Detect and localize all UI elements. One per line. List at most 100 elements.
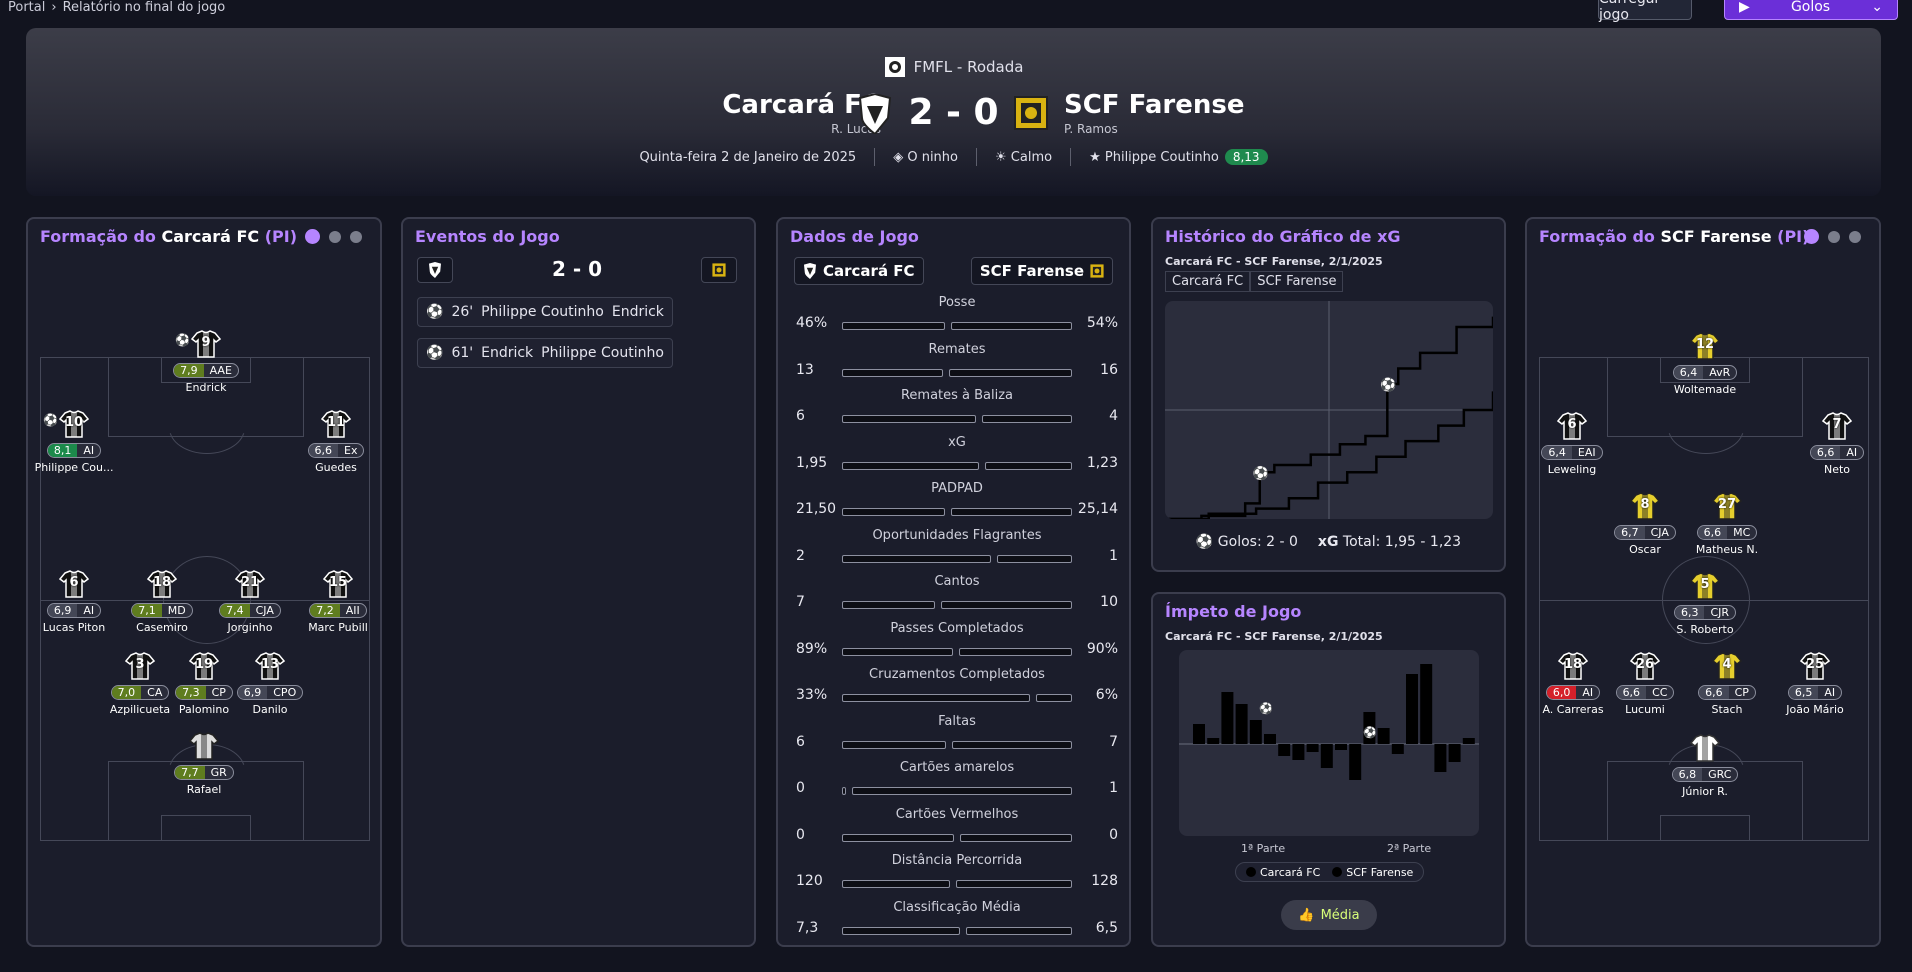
shirt-icon: 21 <box>234 569 266 599</box>
sun-icon: ☀ <box>995 149 1007 165</box>
title-team: SCF Farense <box>1660 227 1772 246</box>
page-dot-1[interactable] <box>1804 229 1819 244</box>
shirt-number: 18 <box>152 575 172 590</box>
player-name: Guedes <box>315 461 357 474</box>
events-panel: Eventos do Jogo 2 - 0 ⚽ 26' Philippe Cou… <box>401 217 756 947</box>
shirt-number: 7 <box>1832 417 1842 432</box>
view-pager[interactable] <box>1804 229 1861 244</box>
event-assist[interactable]: Endrick <box>612 304 664 320</box>
goals-dropdown-button[interactable]: ▶ Golos ⌄ <box>1724 0 1898 20</box>
player-marker[interactable]: 7 6,6 AI Neto <box>1792 411 1882 476</box>
player-rating-badge: 6,3 CJR <box>1673 605 1737 620</box>
xg-label: xG <box>1317 534 1339 550</box>
stats-home-chip[interactable]: Carcará FC <box>794 257 924 285</box>
away-crest-box <box>701 257 737 283</box>
player-rating: 7,0 <box>111 686 142 699</box>
momentum-bar <box>1434 744 1447 772</box>
home-chip-label: Carcará FC <box>823 262 915 280</box>
player-rating: 7,9 <box>174 364 204 377</box>
event-scorer[interactable]: Endrick <box>481 345 533 361</box>
player-marker[interactable]: 18 7,1 MD Casemiro <box>117 569 207 634</box>
player-marker[interactable]: 5 6,3 CJR S. Roberto <box>1660 571 1750 636</box>
xg-tab-home[interactable]: Carcará FC <box>1165 271 1251 292</box>
away-team-name[interactable]: SCF Farense <box>1064 90 1244 120</box>
stat-home-value: 120 <box>796 873 823 889</box>
breadcrumb-portal-link[interactable]: Portal <box>8 0 45 15</box>
player-of-match[interactable]: ★ Philippe Coutinho 8,13 <box>1089 148 1268 165</box>
shirt-icon: 7 <box>1821 411 1853 441</box>
player-position: AI <box>1824 686 1836 699</box>
stat-home-bar <box>842 787 847 795</box>
load-game-button[interactable]: Carregar jogo <box>1598 0 1692 23</box>
load-game-label: Carregar jogo <box>1599 0 1660 23</box>
stat-bars <box>842 647 1072 656</box>
view-pager[interactable] <box>305 229 362 244</box>
stat-bars <box>842 787 1072 795</box>
player-name: Danilo <box>252 703 288 716</box>
ball-icon: ⚽ <box>426 304 444 320</box>
event-goal[interactable]: ⚽ 26' Philippe Coutinho Endrick <box>417 297 673 327</box>
player-marker[interactable]: 26 6,6 CC Lucumi <box>1600 651 1690 716</box>
page-dot-2[interactable] <box>329 231 341 243</box>
player-marker[interactable]: 27 6,6 MC Matheus N. <box>1682 491 1772 556</box>
player-name: Rafael <box>186 783 222 796</box>
momentum-panel: Ímpeto de Jogo Carcará FC - SCF Farense,… <box>1151 592 1506 947</box>
player-marker[interactable]: 8 6,7 CJA Oscar <box>1600 491 1690 556</box>
stat-home-value: 33% <box>796 687 828 703</box>
player-rating: 8,1 <box>47 444 78 457</box>
player-rating: 6,6 <box>1616 686 1647 699</box>
stat-home-value: 6 <box>796 408 805 424</box>
stat-away-value: 10 <box>1100 594 1118 610</box>
six-yard-box-bottom <box>161 815 251 841</box>
average-button[interactable]: 👍 Média <box>1281 900 1377 930</box>
stat-label: Passes Completados <box>890 620 1024 636</box>
page-dot-3[interactable] <box>1849 231 1861 243</box>
event-scorer[interactable]: Philippe Coutinho <box>481 304 604 320</box>
player-marker[interactable]: 11 6,6 Ex Guedes <box>291 409 381 474</box>
player-rating: 7,3 <box>176 686 206 699</box>
player-marker[interactable]: 4 6,6 CP Stach <box>1682 651 1772 716</box>
second-half-label: 2ª Parte <box>1387 842 1432 855</box>
stat-home-value: 21,50 <box>796 501 837 517</box>
player-rating-badge: 7,7 GR <box>174 765 234 780</box>
stat-row: Passes Completados 89% 90% <box>790 621 1124 665</box>
stat-away-value: 6% <box>1095 687 1118 703</box>
player-rating-badge: 6,4 EAI <box>1541 445 1603 460</box>
player-marker[interactable]: 10 8,1 AI Philippe Cou... ⚽ <box>29 409 119 474</box>
player-position: AI <box>1846 446 1858 459</box>
shirt-number: 19 <box>194 657 214 672</box>
xg-tab-away[interactable]: SCF Farense <box>1250 271 1344 292</box>
stat-away-bar <box>951 508 1072 516</box>
player-marker[interactable]: 6 6,4 EAI Leweling <box>1527 411 1617 476</box>
momentum-bar <box>1193 724 1205 744</box>
stat-bars <box>842 322 1072 330</box>
player-marker[interactable]: 9 7,9 AAE Endrick ⚽ <box>161 329 251 394</box>
event-assist[interactable]: Philippe Coutinho <box>541 345 664 361</box>
stat-away-bar <box>956 880 1072 888</box>
page-dot-1[interactable] <box>305 229 320 244</box>
stat-label: Cartões amarelos <box>899 760 1015 775</box>
player-marker[interactable]: 21 7,4 CJA Jorginho <box>205 569 295 634</box>
player-marker[interactable]: 25 6,5 AI João Mário <box>1770 651 1860 716</box>
average-label: Média <box>1320 907 1360 923</box>
page-dot-2[interactable] <box>1828 231 1840 243</box>
page-dot-3[interactable] <box>350 231 362 243</box>
player-marker[interactable]: 12 6,4 AvR Woltemade <box>1660 331 1750 396</box>
shirt-number: 27 <box>1717 497 1737 512</box>
player-rating-badge: 6,0 AI <box>1545 685 1601 700</box>
goal-ball-icon: ⚽ <box>43 413 58 427</box>
player-marker[interactable]: 6,8 GRC Júnior R. <box>1660 733 1750 798</box>
stat-label: Remates à Baliza <box>900 388 1014 403</box>
player-marker[interactable]: 6 6,9 AI Lucas Piton <box>29 569 119 634</box>
away-coach: P. Ramos <box>1064 122 1118 136</box>
player-marker[interactable]: 13 6,9 CPO Danilo <box>225 651 315 716</box>
shirt-icon <box>188 731 220 761</box>
player-position: MD <box>167 604 186 617</box>
stats-away-chip[interactable]: SCF Farense <box>970 257 1113 285</box>
stat-row: Posse 46% 54% <box>790 295 1124 339</box>
event-goal[interactable]: ⚽ 61' Endrick Philippe Coutinho <box>417 338 673 368</box>
shirt-icon: 4 <box>1711 651 1743 681</box>
player-marker[interactable]: 7,7 GR Rafael <box>159 731 249 796</box>
player-marker[interactable]: 15 7,2 AII Marc Pubill <box>293 569 383 634</box>
player-name: João Mário <box>1786 703 1844 716</box>
